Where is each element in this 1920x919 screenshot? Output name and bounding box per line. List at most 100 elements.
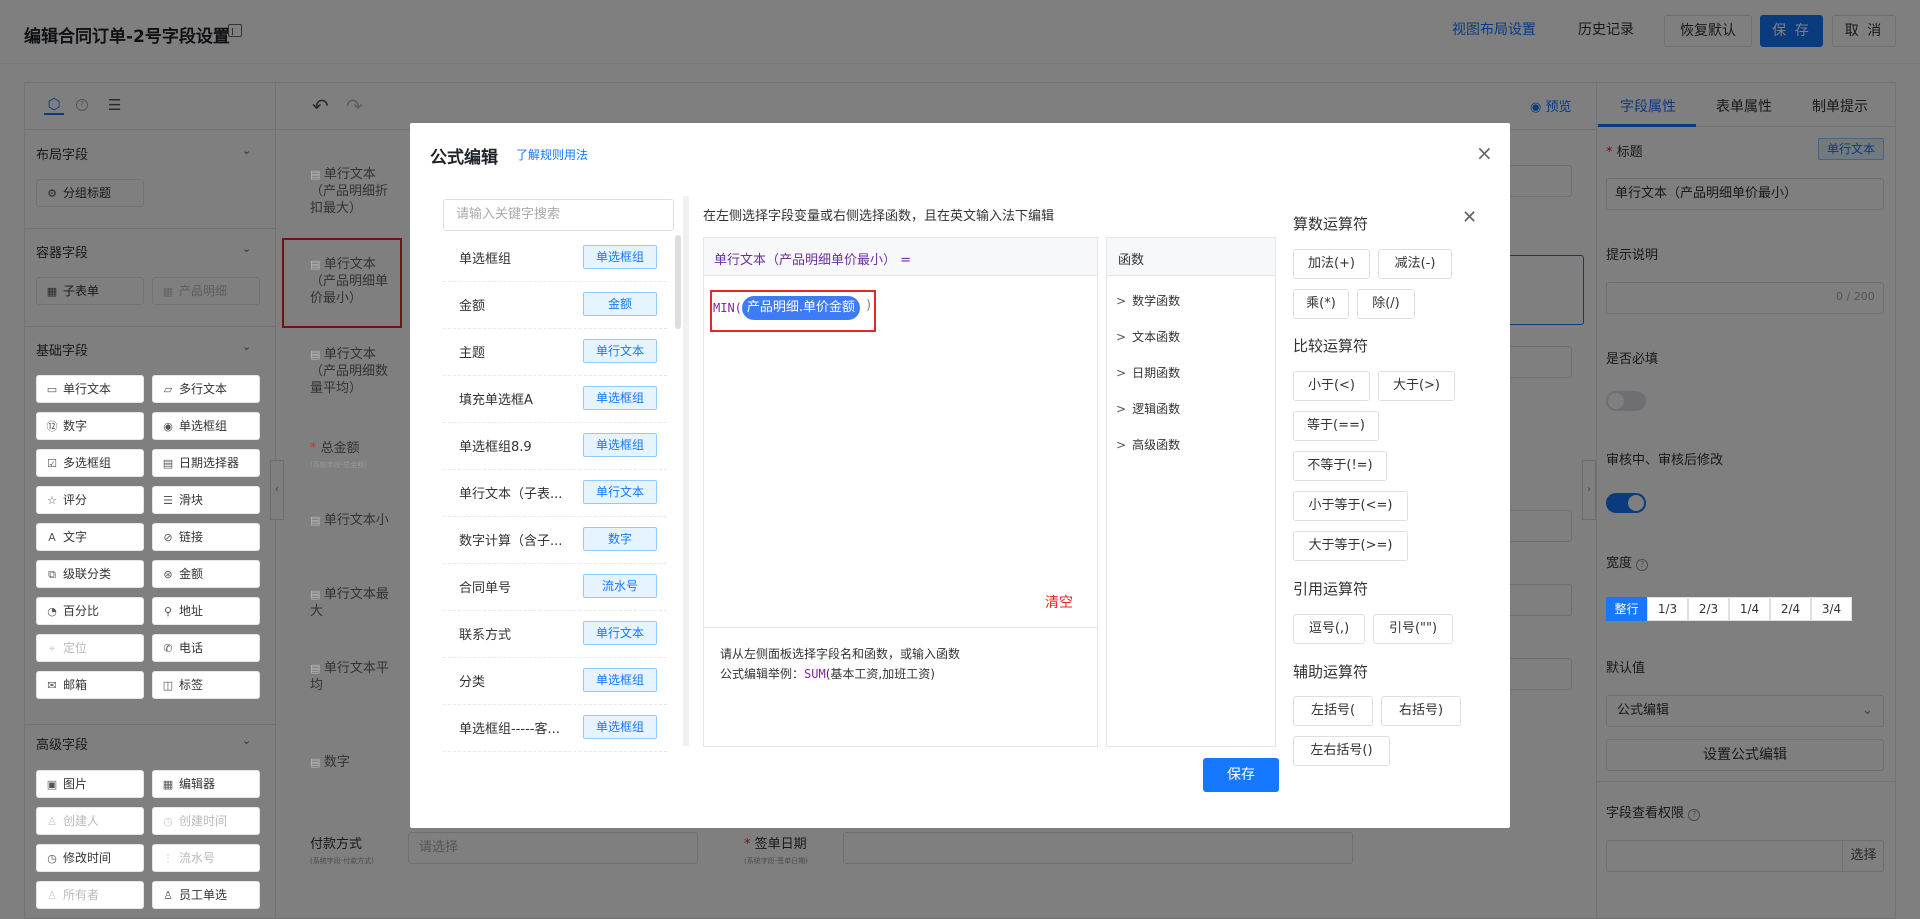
field-single-text[interactable]: ▭ 单行文本: [36, 375, 144, 403]
field-list-item[interactable]: 合同单号 流水号: [443, 565, 667, 611]
field-email[interactable]: ✉ 邮箱: [36, 671, 144, 699]
field-label: 修改时间: [63, 851, 112, 865]
field-date-picker[interactable]: ▤ 日期选择器: [152, 449, 260, 477]
field-name: 填充单选框A: [459, 393, 533, 408]
formula-function[interactable]: MIN(: [713, 301, 742, 315]
field-location: ⌖ 定位: [36, 634, 144, 662]
field-tag[interactable]: ◫ 标签: [152, 671, 260, 699]
field-type-tag: 单选框组: [583, 668, 657, 692]
field-type-tag: 单选框组: [583, 245, 657, 269]
field-image[interactable]: ▣ 图片: [36, 770, 144, 798]
field-label: 多选框组: [63, 456, 112, 470]
clear-button[interactable]: 清空: [1045, 592, 1073, 612]
canvas-field[interactable]: ▤ 单行文本小: [310, 512, 400, 529]
operator-button[interactable]: 逗号(,): [1293, 614, 1365, 644]
function-category[interactable]: > 文本函数: [1116, 328, 1180, 345]
field-list-item[interactable]: 单选框组8.9 单选框组: [443, 424, 667, 470]
width-option[interactable]: 2/4: [1770, 597, 1811, 621]
field-list-item[interactable]: 金额 金额: [443, 283, 667, 329]
field-cascade[interactable]: ⧉ 级联分类: [36, 560, 144, 588]
field-percent[interactable]: ◔ 百分比: [36, 597, 144, 625]
field-editor[interactable]: ▦ 编辑器: [152, 770, 260, 798]
operator-button[interactable]: 左括号(: [1293, 696, 1373, 726]
canvas-field[interactable]: ▤ 单行文本平均: [310, 660, 400, 694]
close-icon[interactable]: ✕: [1462, 207, 1477, 228]
field-list-item[interactable]: 主题 单行文本: [443, 330, 667, 376]
operator-button[interactable]: 大于(>): [1378, 371, 1455, 401]
operator-button[interactable]: 加法(+): [1293, 249, 1370, 279]
operator-button[interactable]: 乘(*): [1293, 289, 1349, 319]
field-icon: ▤: [310, 348, 324, 361]
field-slider[interactable]: ☰ 滑块: [152, 486, 260, 514]
field-search-input[interactable]: 请输入关键字搜索: [443, 199, 674, 231]
operator-button[interactable]: 左右括号(): [1293, 736, 1390, 766]
canvas-field[interactable]: ▤ 单行文本（产品明细数量平均）: [310, 346, 400, 397]
scrollbar-thumb[interactable]: [675, 235, 681, 329]
field-amount[interactable]: ⊛ 金额: [152, 560, 260, 588]
width-option[interactable]: 3/4: [1811, 597, 1852, 621]
field-list-item[interactable]: 数字计算（含子... 数字: [443, 518, 667, 564]
operator-button[interactable]: 等于(==): [1293, 411, 1379, 441]
width-option[interactable]: 1/3: [1647, 597, 1688, 621]
field-list-item[interactable]: 分类 单选框组: [443, 659, 667, 705]
operator-button[interactable]: 小于(<): [1293, 371, 1370, 401]
operator-button[interactable]: 引号(""): [1373, 614, 1453, 644]
modal-save-button[interactable]: 保存: [1203, 758, 1279, 792]
field-label: 日期选择器: [179, 456, 240, 470]
function-category[interactable]: > 数学函数: [1116, 292, 1180, 309]
operator-button[interactable]: 大于等于(>=): [1293, 531, 1408, 561]
field-list-item[interactable]: 单行文本（子表... 单行文本: [443, 471, 667, 517]
field-rating[interactable]: ☆ 评分: [36, 486, 144, 514]
field-name: 单选框组-----客...: [459, 722, 560, 737]
field-label: 创建时间: [179, 814, 228, 828]
function-category[interactable]: > 日期函数: [1116, 364, 1180, 381]
canvas-field[interactable]: ▤ 单行文本最大: [310, 586, 400, 620]
operator-button[interactable]: 减法(-): [1378, 249, 1452, 279]
field-list-item[interactable]: 联系方式 单行文本: [443, 612, 667, 658]
field-label: 级联分类: [63, 567, 112, 581]
field-multi-text[interactable]: ▱ 多行文本: [152, 375, 260, 403]
operator-button[interactable]: 右括号): [1381, 696, 1461, 726]
operator-button[interactable]: 除(/): [1357, 289, 1415, 319]
field-list-item[interactable]: 填充单选框A 单选框组: [443, 377, 667, 423]
width-option[interactable]: 2/3: [1688, 597, 1729, 621]
field-address[interactable]: ⚲ 地址: [152, 597, 260, 625]
canvas-field[interactable]: ▤ 数字: [310, 754, 400, 771]
date-picker-icon: ▤: [162, 457, 174, 470]
width-option[interactable]: 1/4: [1729, 597, 1770, 621]
single-text-icon: ▭: [46, 383, 58, 396]
function-panel: [1106, 237, 1276, 747]
canvas-field[interactable]: ▤ 单行文本（产品明细单价最小）: [310, 256, 400, 307]
field-employee[interactable]: ♙ 员工单选: [152, 881, 260, 909]
employee-icon: ♙: [163, 889, 173, 902]
function-category[interactable]: > 高级函数: [1116, 436, 1180, 453]
operator-button[interactable]: 小于等于(<=): [1293, 491, 1408, 521]
canvas-field[interactable]: ▤ 单行文本（产品明细折扣最大）: [310, 166, 400, 217]
field-list-item[interactable]: 单选框组-----客... 单选框组: [443, 706, 667, 752]
field-icon: ▤: [310, 588, 324, 601]
operator-button[interactable]: 不等于(!=): [1293, 451, 1387, 481]
rule-help-link[interactable]: 了解规则用法: [516, 146, 588, 163]
field-modify-time[interactable]: ◷ 修改时间: [36, 844, 144, 872]
field-link[interactable]: ⊘ 链接: [152, 523, 260, 551]
field-text[interactable]: A 文字: [36, 523, 144, 551]
create-time-icon: ◷: [163, 815, 173, 828]
canvas-field[interactable]: * 总金额 (系统字段-总金额): [310, 440, 400, 474]
function-category-label: 逻辑函数: [1132, 402, 1181, 416]
close-icon[interactable]: ×: [1476, 141, 1493, 165]
operator-group-title: 引用运算符: [1293, 580, 1369, 598]
field-icon: ▤: [310, 258, 324, 271]
field-label: 电话: [179, 641, 204, 655]
field-checkbox-group[interactable]: ☑ 多选框组: [36, 449, 144, 477]
field-label: 单选框组: [179, 419, 228, 433]
field-phone[interactable]: ✆ 电话: [152, 634, 260, 662]
formula-field-token[interactable]: 产品明细.单价金额: [742, 296, 860, 320]
field-label: 链接: [179, 530, 204, 544]
field-radio-group[interactable]: ◉ 单选框组: [152, 412, 260, 440]
field-label: 单行文本: [63, 382, 112, 396]
width-option[interactable]: 整行: [1606, 597, 1647, 621]
function-category[interactable]: > 逻辑函数: [1116, 400, 1180, 417]
editor-target-field: 单行文本（产品明细单价最小） =: [714, 253, 912, 268]
field-number[interactable]: ⑫ 数字: [36, 412, 144, 440]
field-list-item[interactable]: 单选框组 单选框组: [443, 236, 667, 282]
